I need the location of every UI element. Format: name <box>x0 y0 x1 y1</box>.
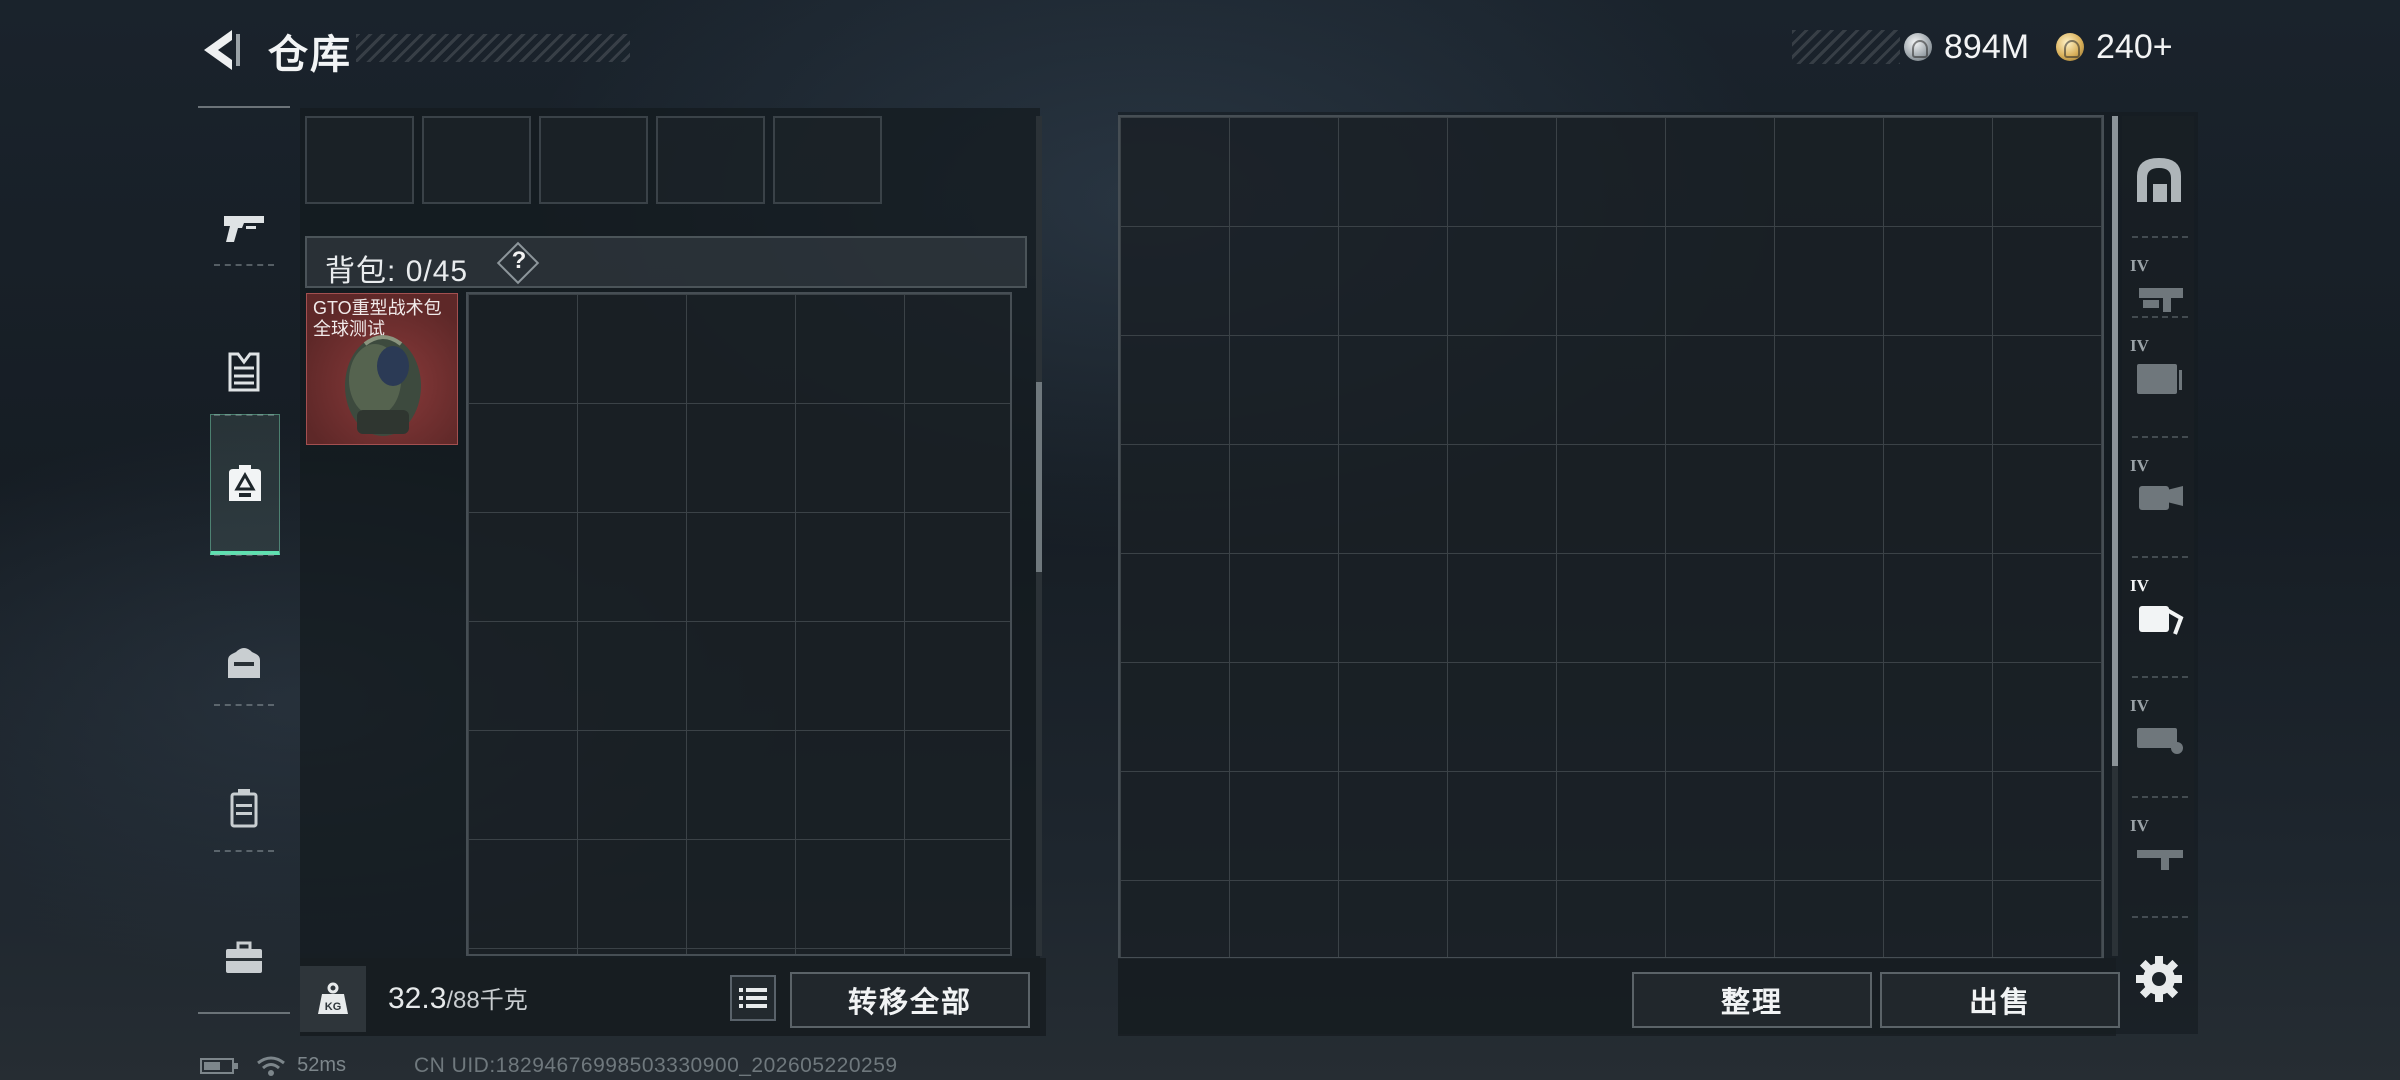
sidebar-item-toolbox[interactable] <box>198 888 290 1028</box>
toolbox-icon <box>226 941 262 973</box>
sidebar-item-pouch[interactable] <box>198 592 290 732</box>
stash-tab-5-icon <box>2137 728 2183 754</box>
wifi-icon <box>256 1056 285 1076</box>
back-arrow-icon <box>204 30 240 70</box>
stash-tab-3-icon <box>2139 486 2183 510</box>
battery-icon <box>200 1057 238 1074</box>
back-button[interactable] <box>196 24 248 76</box>
backpack-capacity-label: 背包: 0/45 <box>325 255 469 288</box>
equipment-slot[interactable] <box>539 116 648 204</box>
user-id: CN UID:18294676998503330900_202605220259 <box>414 1054 898 1077</box>
list-icon <box>739 988 767 1008</box>
case-icon <box>230 789 258 828</box>
stash-home-icon <box>2137 158 2181 202</box>
equipment-slot[interactable] <box>305 116 414 204</box>
currency-bar: 894M 240+ <box>1792 28 2212 66</box>
pouch-icon <box>228 648 260 678</box>
stash-tab-2-icon <box>2137 364 2182 394</box>
ping-value: 52ms <box>297 1054 347 1077</box>
settings-button[interactable] <box>2132 952 2186 1006</box>
kg-weight-icon: KG <box>300 966 366 1032</box>
transfer-all-button[interactable]: 转移全部 <box>790 972 1030 1028</box>
backpack-item[interactable]: GTO重型战术包 全球测试 <box>306 293 458 445</box>
gold-currency-value: 240+ <box>2096 28 2173 66</box>
stash-grid[interactable] <box>1118 115 2104 959</box>
silver-coin-icon <box>1904 33 1932 61</box>
stash-tab-2[interactable]: IV <box>2124 320 2194 432</box>
stash-tab-1-icon <box>2139 288 2183 312</box>
sidebar-item-backpack[interactable] <box>210 414 280 555</box>
page-title: 仓库 <box>268 33 352 77</box>
organize-button[interactable]: 整理 <box>1632 972 1872 1028</box>
stash-tab-4-icon <box>2139 606 2184 635</box>
title-decoration <box>356 34 630 62</box>
stash-scroll-thumb[interactable] <box>2112 116 2118 766</box>
equipment-slot[interactable] <box>422 116 531 204</box>
equipment-slot[interactable] <box>656 116 765 204</box>
backpack-scroll-thumb[interactable] <box>1036 382 1042 572</box>
currency-decoration <box>1792 30 1900 64</box>
gear-icon <box>2136 956 2182 1002</box>
silver-currency-value: 894M <box>1944 28 2030 66</box>
stash-tab-4[interactable]: IV <box>2124 560 2194 672</box>
tactical-backpack-icon <box>345 335 421 436</box>
backpack-icon <box>229 465 261 501</box>
gold-coin-icon <box>2056 33 2084 61</box>
help-icon: ? <box>511 247 527 274</box>
equipment-sidebar <box>198 106 290 1014</box>
weight-readout: 32.3/88千克 <box>388 982 528 1015</box>
svg-text:KG: KG <box>325 1001 342 1013</box>
stash-tab-3[interactable]: IV <box>2124 440 2194 552</box>
sell-button[interactable]: 出售 <box>1880 972 2120 1028</box>
status-bar: 52ms <box>200 1054 346 1077</box>
stash-tab-6[interactable]: IV <box>2124 800 2194 912</box>
sidebar-item-weapon[interactable] <box>198 156 290 296</box>
pistol-icon <box>224 216 264 242</box>
sidebar-item-case[interactable] <box>198 738 290 878</box>
stash-home-tab[interactable] <box>2124 124 2194 236</box>
backpack-header: 背包: 0/45 ? <box>305 236 1027 288</box>
vest-icon <box>228 352 260 392</box>
stash-tab-6-icon <box>2137 850 2183 870</box>
equipment-slot[interactable] <box>773 116 882 204</box>
backpack-grid[interactable] <box>466 292 1012 956</box>
stash-tab-5[interactable]: IV <box>2124 680 2194 792</box>
list-view-button[interactable] <box>730 975 776 1021</box>
